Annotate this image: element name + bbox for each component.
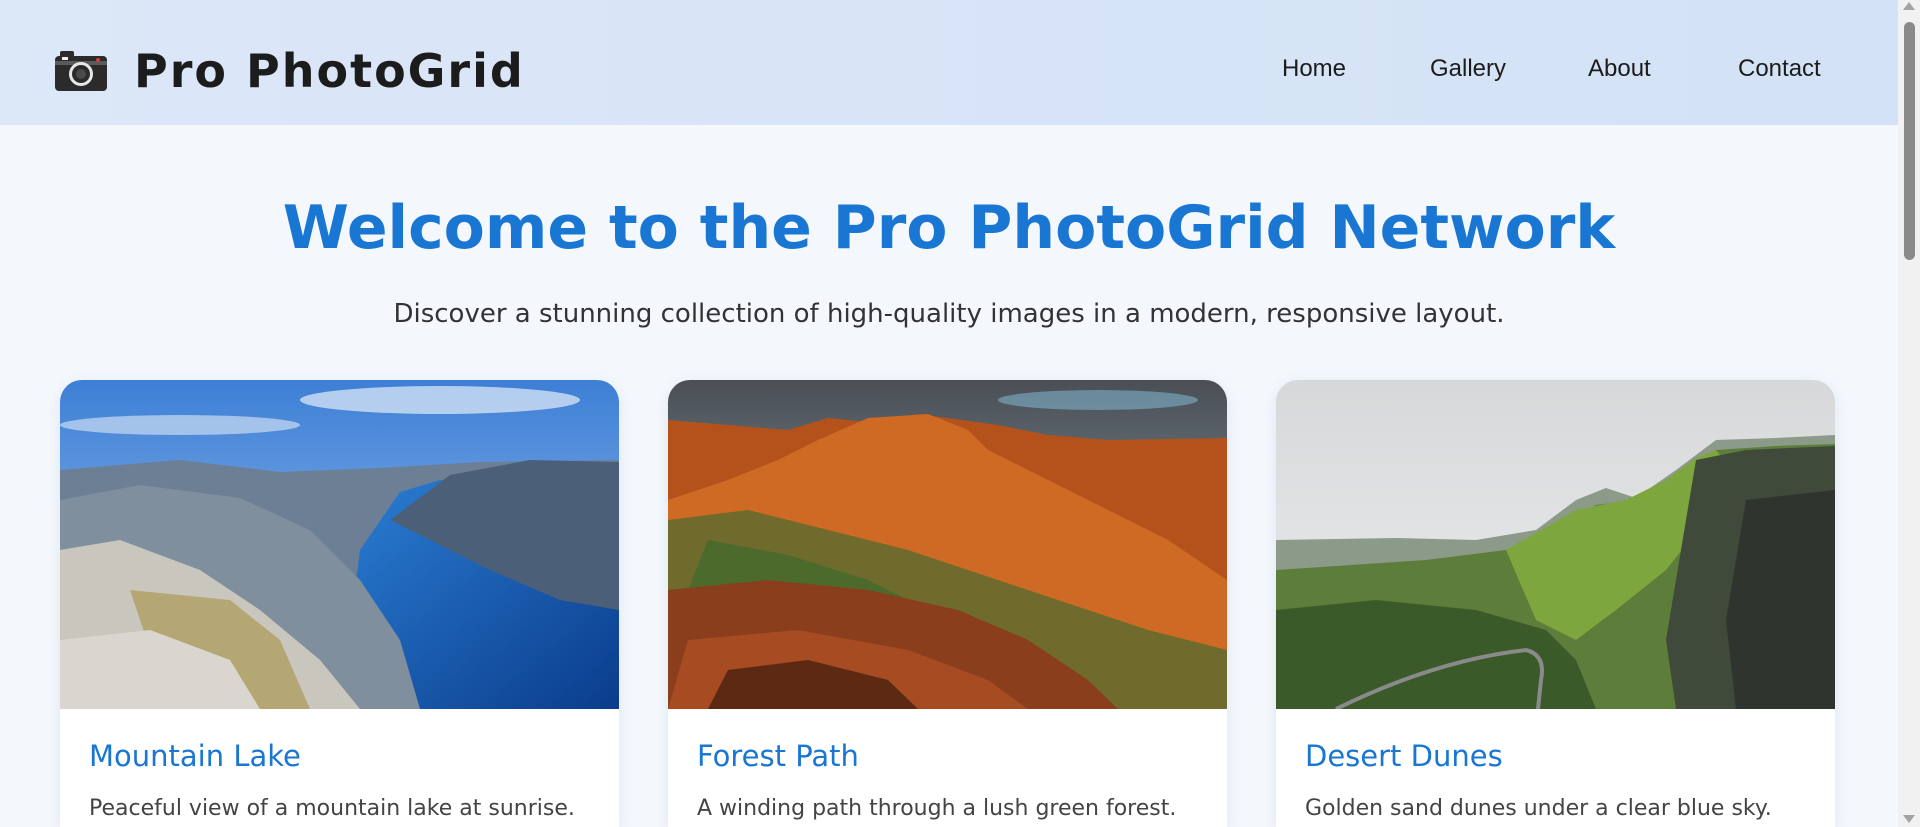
page-scrollbar[interactable]	[1898, 0, 1920, 827]
card-title[interactable]: Mountain Lake	[89, 738, 301, 774]
page-title: Welcome to the Pro PhotoGrid Network	[282, 193, 1616, 263]
card-description: Peaceful view of a mountain lake at sunr…	[89, 796, 575, 821]
photo-card[interactable]: Desert Dunes Golden sand dunes under a c…	[1276, 380, 1835, 827]
card-description: Golden sand dunes under a clear blue sky…	[1305, 796, 1772, 821]
photo-card[interactable]: Mountain Lake Peaceful view of a mountai…	[60, 380, 619, 827]
scroll-down-arrow-icon[interactable]	[1903, 815, 1915, 823]
nav-home[interactable]: Home	[1282, 54, 1346, 84]
nav-contact[interactable]: Contact	[1738, 54, 1821, 84]
fjord-landscape-photo	[60, 380, 619, 709]
card-title[interactable]: Desert Dunes	[1305, 738, 1503, 774]
nav-gallery[interactable]: Gallery	[1430, 54, 1506, 84]
nav-about[interactable]: About	[1588, 54, 1651, 84]
red-rock-canyon-photo	[668, 380, 1227, 709]
page-subtitle: Discover a stunning collection of high-q…	[393, 299, 1505, 329]
card-title[interactable]: Forest Path	[697, 738, 859, 774]
scroll-up-arrow-icon[interactable]	[1903, 2, 1915, 10]
card-description: A winding path through a lush green fore…	[697, 796, 1177, 821]
photo-card[interactable]: Forest Path A winding path through a lus…	[668, 380, 1227, 827]
site-header: Pro PhotoGrid Home Gallery About Contact	[0, 0, 1898, 125]
scrollbar-thumb[interactable]	[1904, 22, 1915, 260]
main-nav: Home Gallery About Contact	[0, 54, 1898, 84]
green-highland-cliffs-photo	[1276, 380, 1835, 709]
